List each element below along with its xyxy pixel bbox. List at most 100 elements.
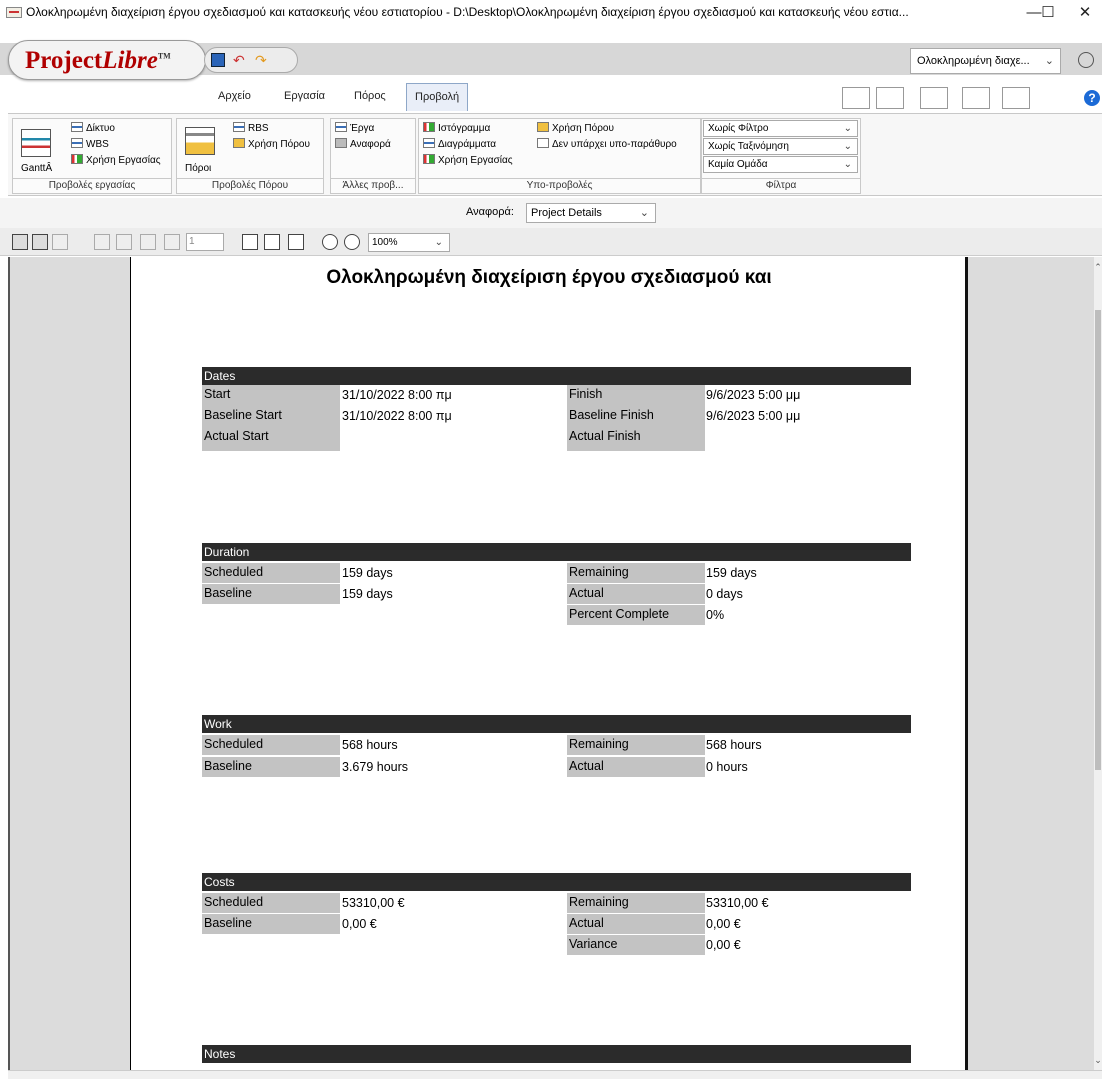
rbs-label: RBS bbox=[248, 123, 269, 134]
field-label: Baseline Start bbox=[204, 408, 282, 422]
chevron-down-icon: ⌄ bbox=[843, 159, 852, 170]
histogram-icon bbox=[423, 122, 435, 132]
sub-resource-usage-button[interactable]: Χρήση Πόρου bbox=[537, 122, 614, 134]
task-views-group: GanttÂ Δίκτυο WBS Χρήση Εργασίας Προβολέ… bbox=[12, 118, 172, 194]
network-button[interactable]: Δίκτυο bbox=[71, 122, 115, 134]
report-selector-label: Αναφορά: bbox=[466, 206, 514, 218]
no-subwindow-button[interactable]: Δεν υπάρχει υπο-παράθυρο bbox=[537, 138, 677, 150]
project-selector-value: Ολοκληρωμένη διαχε... bbox=[917, 55, 1030, 67]
task-views-label: Προβολές εργασίας bbox=[13, 178, 171, 193]
histogram-button[interactable]: Ιστόγραμμα bbox=[423, 122, 490, 134]
horizontal-scrollbar[interactable] bbox=[8, 1070, 1102, 1079]
field-value: 0 days bbox=[706, 587, 743, 601]
first-page-icon[interactable] bbox=[94, 234, 110, 250]
tab-file[interactable]: Αρχείο bbox=[210, 83, 259, 111]
sub-task-usage-label: Χρήση Εργασίας bbox=[438, 155, 513, 166]
sub-task-usage-icon bbox=[423, 154, 435, 164]
resource-usage-view-icon[interactable] bbox=[962, 87, 990, 109]
page-portrait-icon[interactable] bbox=[242, 234, 258, 250]
save-icon[interactable] bbox=[211, 53, 225, 67]
resource-usage-label: Χρήση Πόρου bbox=[248, 139, 310, 150]
task-usage-button[interactable]: Χρήση Εργασίας bbox=[71, 154, 161, 166]
report-selector-value: Project Details bbox=[531, 207, 602, 219]
project-selector[interactable]: Ολοκληρωμένη διαχε... ⌄ bbox=[910, 48, 1061, 74]
report-label: Αναφορά bbox=[350, 139, 391, 150]
field-label: Start bbox=[204, 387, 231, 401]
histogram-view-icon[interactable] bbox=[842, 87, 870, 109]
last-page-icon[interactable] bbox=[164, 234, 180, 250]
scroll-down-icon[interactable]: ⌄ bbox=[1094, 1055, 1102, 1065]
refresh-icon[interactable] bbox=[52, 234, 68, 250]
field-label: Remaining bbox=[567, 735, 705, 755]
sub-views-label: Υπο-προβολές bbox=[419, 178, 700, 193]
report-icon bbox=[335, 138, 347, 148]
network-label: Δίκτυο bbox=[86, 123, 115, 134]
chart-view-icon[interactable] bbox=[876, 87, 904, 109]
page-setup-icon[interactable] bbox=[288, 234, 304, 250]
maximize-button[interactable]: ☐ bbox=[1026, 0, 1070, 25]
print-icon[interactable] bbox=[32, 234, 48, 250]
rbs-button[interactable]: RBS bbox=[233, 122, 269, 134]
section-header-dates: Dates bbox=[202, 367, 911, 385]
field-label: Scheduled bbox=[202, 893, 340, 913]
sub-resource-usage-label: Χρήση Πόρου bbox=[552, 123, 614, 134]
charts-button[interactable]: Διαγράμματα bbox=[423, 138, 496, 150]
tab-task[interactable]: Εργασία bbox=[276, 83, 333, 111]
field-value: 31/10/2022 8:00 πμ bbox=[342, 388, 452, 402]
page-number-input[interactable]: 1 bbox=[186, 233, 224, 251]
sort-value: Χωρίς Ταξινόμηση bbox=[708, 141, 789, 152]
zoom-out-icon[interactable] bbox=[344, 234, 360, 250]
field-label: Actual bbox=[567, 914, 705, 934]
field-label: Finish bbox=[569, 387, 603, 401]
tab-resource[interactable]: Πόρος bbox=[346, 83, 394, 111]
field-label: Baseline bbox=[202, 584, 340, 604]
group-select[interactable]: Καμία Ομάδα ⌄ bbox=[703, 156, 858, 173]
app-icon bbox=[6, 7, 22, 18]
next-page-icon[interactable] bbox=[140, 234, 156, 250]
field-value: 568 hours bbox=[706, 738, 762, 752]
vertical-scrollbar-thumb[interactable] bbox=[1095, 310, 1101, 770]
projects-button[interactable]: Έργα bbox=[335, 122, 374, 134]
filter-select[interactable]: Χωρίς Φίλτρο ⌄ bbox=[703, 120, 858, 137]
field-label: Percent Complete bbox=[567, 605, 705, 625]
section-header-duration: Duration bbox=[202, 543, 911, 561]
scroll-up-icon[interactable]: ⌃ bbox=[1094, 262, 1102, 272]
tab-view[interactable]: Προβολή bbox=[406, 83, 469, 111]
resource-views-label: Προβολές Πόρου bbox=[177, 178, 323, 193]
page-landscape-icon[interactable] bbox=[264, 234, 280, 250]
field-value: 0% bbox=[706, 608, 725, 622]
field-label: Remaining bbox=[567, 563, 705, 583]
field-value: 0,00 € bbox=[706, 938, 741, 952]
projects-icon bbox=[335, 122, 347, 132]
globe-icon[interactable] bbox=[1078, 52, 1094, 68]
field-label: Baseline bbox=[202, 914, 340, 934]
undo-icon[interactable]: ↶ bbox=[233, 53, 247, 67]
field-value: 0,00 € bbox=[342, 917, 377, 931]
close-button[interactable]: ✕ bbox=[1068, 0, 1102, 25]
histogram-label: Ιστόγραμμα bbox=[438, 123, 491, 134]
zoom-value: 100% bbox=[372, 237, 398, 248]
field-label: Scheduled bbox=[202, 735, 340, 755]
report-selector[interactable]: Project Details ⌄ bbox=[526, 203, 656, 223]
sort-select[interactable]: Χωρίς Ταξινόμηση ⌄ bbox=[703, 138, 858, 155]
sub-task-usage-button[interactable]: Χρήση Εργασίας bbox=[423, 154, 513, 166]
resource-views-group: Πόροι RBS Χρήση Πόρου Προβολές Πόρου bbox=[176, 118, 324, 194]
gantt-button[interactable]: GanttÂ bbox=[21, 163, 52, 174]
previous-page-icon[interactable] bbox=[116, 234, 132, 250]
report-button[interactable]: Αναφορά bbox=[335, 138, 391, 150]
save-icon[interactable] bbox=[12, 234, 28, 250]
resources-icon bbox=[185, 127, 215, 155]
task-usage-view-icon[interactable] bbox=[920, 87, 948, 109]
chevron-down-icon: ⌄ bbox=[639, 207, 649, 219]
field-label: Remaining bbox=[567, 893, 705, 913]
zoom-in-icon[interactable] bbox=[322, 234, 338, 250]
chevron-down-icon: ⌄ bbox=[843, 123, 852, 134]
no-subview-icon[interactable] bbox=[1002, 87, 1030, 109]
zoom-select[interactable]: 100% ⌄ bbox=[368, 233, 450, 252]
wbs-button[interactable]: WBS bbox=[71, 138, 109, 150]
help-icon[interactable]: ? bbox=[1084, 90, 1100, 106]
resources-button[interactable]: Πόροι bbox=[185, 163, 211, 174]
redo-icon[interactable]: ↷ bbox=[255, 53, 269, 67]
field-label: Actual Finish bbox=[569, 429, 641, 443]
resource-usage-button[interactable]: Χρήση Πόρου bbox=[233, 138, 310, 150]
